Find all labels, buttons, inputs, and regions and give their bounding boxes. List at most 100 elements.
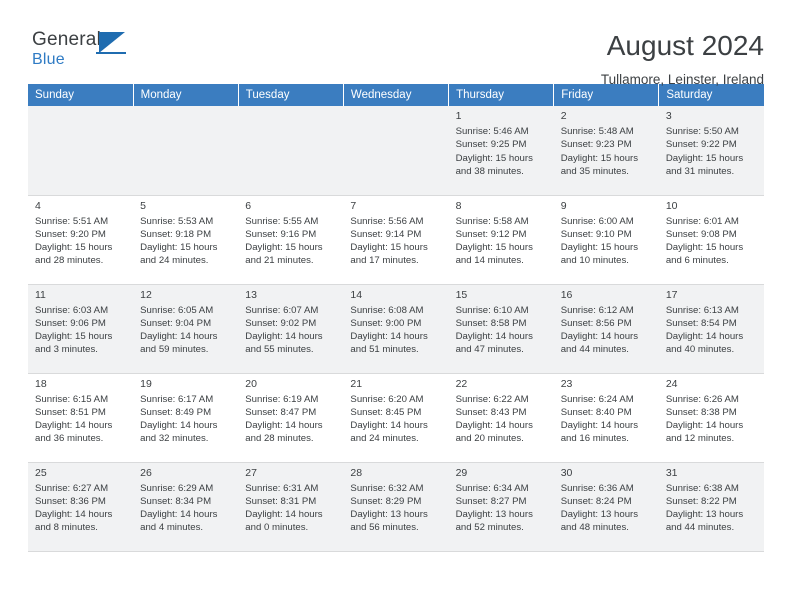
calendar-day-cell[interactable]: 27 Sunrise: 6:31 AM Sunset: 8:31 PM Dayligh…: [238, 462, 344, 552]
day-detail-line: Sunset: 9:25 PM: [455, 139, 527, 151]
calendar-day-cell[interactable]: 8 Sunrise: 5:58 AM Sunset: 9:12 PM Daylight…: [448, 195, 554, 285]
day-detail-line: Sunrise: 5:53 AM: [140, 215, 214, 227]
day-detail-line: Sunset: 9:20 PM: [35, 228, 106, 240]
day-detail-line: and 24 minutes.: [350, 433, 419, 445]
day-detail-line: Daylight: 14 hours: [665, 331, 744, 343]
day-detail-line: Daylight: 15 hours: [35, 242, 113, 254]
calendar-day-cell[interactable]: 23 Sunrise: 6:24 AM Sunset: 8:40 PM Dayligh…: [553, 373, 659, 463]
day-detail-line: Sunrise: 6:32 AM: [350, 482, 424, 494]
day-number: 9: [560, 199, 567, 212]
day-number: 1: [455, 110, 462, 122]
calendar-day-cell[interactable]: 22 Sunrise: 6:22 AM Sunset: 8:43 PM Dayligh…: [448, 373, 554, 463]
day-detail-line: Daylight: 14 hours: [350, 331, 428, 343]
calendar-day-cell[interactable]: 2 Sunrise: 5:48 AM Sunset: 9:23 PM Daylight…: [553, 106, 659, 196]
day-detail-line: Sunrise: 6:34 AM: [455, 482, 529, 494]
calendar-day-cell[interactable]: 5 Sunrise: 5:53 AM Sunset: 9:18 PM Daylight…: [133, 195, 239, 285]
day-detail-line: Sunset: 9:02 PM: [245, 317, 317, 329]
calendar-day-cell[interactable]: 20 Sunrise: 6:19 AM Sunset: 8:47 PM Dayligh…: [238, 373, 344, 463]
day-number: 28: [350, 466, 363, 479]
title-block: August 2024 Tullamore, Leinster, Ireland: [601, 30, 764, 87]
calendar-day-cell[interactable]: 18 Sunrise: 6:15 AM Sunset: 8:51 PM Dayligh…: [28, 373, 134, 463]
calendar-day-cell[interactable]: 11 Sunrise: 6:03 AM Sunset: 9:06 PM Dayligh…: [28, 284, 134, 374]
day-detail-line: Daylight: 13 hours: [560, 509, 639, 521]
day-detail-line: Sunset: 9:23 PM: [560, 139, 632, 151]
calendar-day-cell[interactable]: 13 Sunrise: 6:07 AM Sunset: 9:02 PM Dayligh…: [238, 284, 344, 374]
day-number: 5: [140, 199, 146, 212]
calendar-day-cell[interactable]: 15 Sunrise: 6:10 AM Sunset: 8:58 PM Dayligh…: [448, 284, 554, 374]
calendar-day-cell[interactable]: 24 Sunrise: 6:26 AM Sunset: 8:38 PM Dayligh…: [658, 373, 764, 463]
day-detail-line: Daylight: 14 hours: [245, 420, 323, 432]
day-detail-line: Sunset: 8:51 PM: [35, 406, 106, 418]
day-number: 22: [455, 377, 468, 390]
page-header: General Blue August 2024 Tullamore, Lein…: [28, 0, 764, 88]
day-number: 14: [350, 288, 363, 301]
calendar-day-cell[interactable]: 21 Sunrise: 6:20 AM Sunset: 8:45 PM Dayligh…: [343, 373, 449, 463]
day-detail-line: Sunset: 9:12 PM: [455, 228, 527, 240]
day-number: 11: [35, 288, 46, 301]
day-number: 20: [245, 377, 257, 390]
calendar-day-cell[interactable]: 28 Sunrise: 6:32 AM Sunset: 8:29 PM Dayligh…: [343, 462, 449, 552]
day-detail-line: and 31 minutes.: [665, 165, 735, 177]
day-detail-line: Sunrise: 6:19 AM: [245, 393, 319, 405]
calendar-day-cell[interactable]: 29 Sunrise: 6:34 AM Sunset: 8:27 PM Dayligh…: [448, 462, 554, 552]
day-detail-line: Sunset: 8:24 PM: [560, 495, 632, 507]
calendar-body: 1 Sunrise: 5:46 AM Sunset: 9:25 PM Daylight…: [28, 106, 764, 552]
day-detail-line: Daylight: 14 hours: [245, 509, 323, 521]
weekday-header-row: Sunday Monday Tuesday Wednesday Thursday…: [28, 84, 764, 106]
calendar-empty-cell: [238, 106, 344, 196]
day-detail-line: Daylight: 13 hours: [350, 509, 428, 521]
day-detail-line: Sunrise: 6:38 AM: [665, 482, 739, 494]
day-detail-line: Daylight: 14 hours: [140, 509, 218, 521]
calendar-day-cell[interactable]: 3 Sunrise: 5:50 AM Sunset: 9:22 PM Daylight…: [658, 106, 764, 196]
day-detail-line: Sunset: 8:56 PM: [560, 317, 632, 329]
day-detail-line: Sunset: 9:22 PM: [665, 139, 737, 151]
calendar-week-row: 4 Sunrise: 5:51 AM Sunset: 9:20 PM Daylight…: [28, 195, 764, 285]
day-detail-line: Sunrise: 6:31 AM: [245, 482, 319, 494]
calendar-day-cell[interactable]: 9 Sunrise: 6:00 AM Sunset: 9:10 PM Daylight…: [553, 195, 659, 285]
weekday-header-sunday: Sunday: [28, 84, 134, 106]
day-detail-line: Sunset: 8:54 PM: [665, 317, 737, 329]
day-detail-line: Sunset: 9:16 PM: [245, 228, 317, 240]
day-detail-line: Daylight: 14 hours: [35, 420, 113, 432]
day-detail-line: Daylight: 15 hours: [455, 152, 533, 164]
calendar-day-cell[interactable]: 30 Sunrise: 6:36 AM Sunset: 8:24 PM Dayligh…: [553, 462, 659, 552]
calendar-day-cell[interactable]: 25 Sunrise: 6:27 AM Sunset: 8:36 PM Dayligh…: [28, 462, 134, 552]
calendar-day-cell[interactable]: 10 Sunrise: 6:01 AM Sunset: 9:08 PM Dayligh…: [658, 195, 764, 285]
day-detail-line: Sunrise: 6:08 AM: [350, 304, 424, 316]
calendar-day-cell[interactable]: 19 Sunrise: 6:17 AM Sunset: 8:49 PM Dayligh…: [133, 373, 239, 463]
day-number: 31: [665, 466, 678, 479]
calendar-day-cell[interactable]: 4 Sunrise: 5:51 AM Sunset: 9:20 PM Daylight…: [28, 195, 134, 285]
calendar-day-cell[interactable]: 14 Sunrise: 6:08 AM Sunset: 9:00 PM Dayligh…: [343, 284, 449, 374]
day-detail-line: Sunset: 8:45 PM: [350, 406, 422, 418]
calendar-day-cell[interactable]: 7 Sunrise: 5:56 AM Sunset: 9:14 PM Daylight…: [343, 195, 449, 285]
day-detail-line: Daylight: 14 hours: [560, 420, 639, 432]
logo-underline: [96, 52, 126, 54]
calendar-day-cell[interactable]: 6 Sunrise: 5:55 AM Sunset: 9:16 PM Daylight…: [238, 195, 344, 285]
day-number: 12: [140, 288, 152, 301]
calendar-day-cell[interactable]: 12 Sunrise: 6:05 AM Sunset: 9:04 PM Dayligh…: [133, 284, 239, 374]
calendar-day-cell[interactable]: 16 Sunrise: 6:12 AM Sunset: 8:56 PM Dayligh…: [553, 284, 659, 374]
day-number: 17: [665, 288, 678, 301]
day-detail-line: Sunrise: 6:26 AM: [665, 393, 739, 405]
day-detail-line: and 38 minutes.: [455, 165, 524, 177]
day-detail-line: and 44 minutes.: [665, 522, 735, 534]
day-detail-line: and 24 minutes.: [140, 255, 209, 267]
day-detail-line: Daylight: 14 hours: [35, 509, 113, 521]
day-detail-line: Sunset: 9:06 PM: [35, 317, 106, 329]
day-detail-line: Sunrise: 5:50 AM: [665, 126, 739, 138]
day-detail-line: Daylight: 13 hours: [665, 509, 744, 521]
day-detail-line: Sunset: 9:18 PM: [140, 228, 212, 240]
day-detail-line: and 44 minutes.: [560, 344, 629, 356]
day-number: 7: [350, 199, 357, 212]
day-detail-line: and 55 minutes.: [245, 344, 314, 356]
calendar-day-cell[interactable]: 26 Sunrise: 6:29 AM Sunset: 8:34 PM Dayligh…: [133, 462, 239, 552]
page-title: August 2024: [606, 30, 764, 61]
weekday-header-wednesday: Wednesday: [343, 84, 450, 106]
weekday-header-saturday: Saturday: [658, 84, 764, 106]
calendar-day-cell[interactable]: 31 Sunrise: 6:38 AM Sunset: 8:22 PM Dayligh…: [658, 462, 764, 552]
calendar-day-cell[interactable]: 17 Sunrise: 6:13 AM Sunset: 8:54 PM Dayligh…: [658, 284, 764, 374]
calendar-day-cell[interactable]: 1 Sunrise: 5:46 AM Sunset: 9:25 PM Daylight…: [448, 106, 554, 196]
day-number: 29: [455, 466, 468, 479]
day-number: 27: [245, 466, 257, 479]
day-detail-line: Sunrise: 6:17 AM: [140, 393, 214, 405]
